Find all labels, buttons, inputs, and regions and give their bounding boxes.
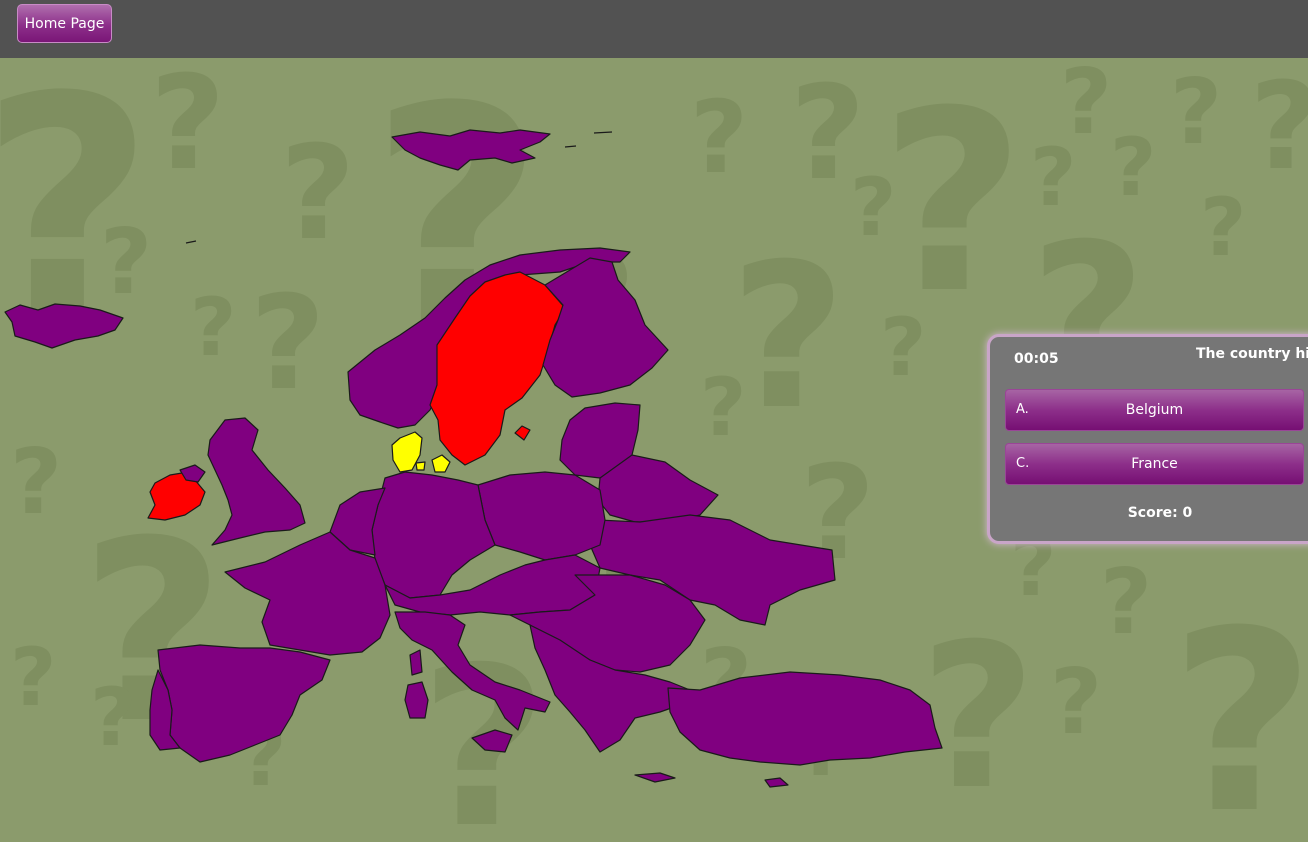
quiz-panel: 00:05 The country hig A. Belgium C. Fran…: [987, 334, 1308, 544]
germany-shape: [371, 471, 496, 599]
uk-shape: [207, 417, 306, 546]
denmark-island-shape: [415, 454, 451, 473]
small-island-shape: [185, 131, 613, 244]
spain-shape: [157, 644, 331, 763]
poland-shape: [477, 471, 606, 561]
answer-text: Belgium: [1125, 402, 1184, 418]
europe-map: [4, 129, 943, 788]
crete-shape: [634, 772, 676, 783]
answer-button-c[interactable]: C. France: [1005, 443, 1304, 485]
answer-text: France: [1131, 456, 1178, 472]
turkey-shape: [667, 671, 943, 766]
answer-button-a[interactable]: A. Belgium: [1005, 389, 1304, 431]
question-text: The country hig: [1196, 346, 1308, 362]
iceland-shape: [4, 303, 124, 349]
svalbard-shape: [391, 129, 551, 171]
corsica-shape: [409, 649, 423, 676]
cyprus-shape: [764, 777, 789, 788]
sicily-shape: [471, 729, 513, 753]
top-bar: Home Page: [0, 0, 1308, 58]
score-display: Score: 0: [1127, 505, 1193, 521]
sardinia-shape: [404, 681, 429, 719]
gotland-shape: [514, 425, 531, 441]
home-page-button[interactable]: Home Page: [17, 4, 112, 43]
finland-shape: [542, 257, 669, 398]
countdown-timer: 00:05: [1014, 351, 1059, 367]
